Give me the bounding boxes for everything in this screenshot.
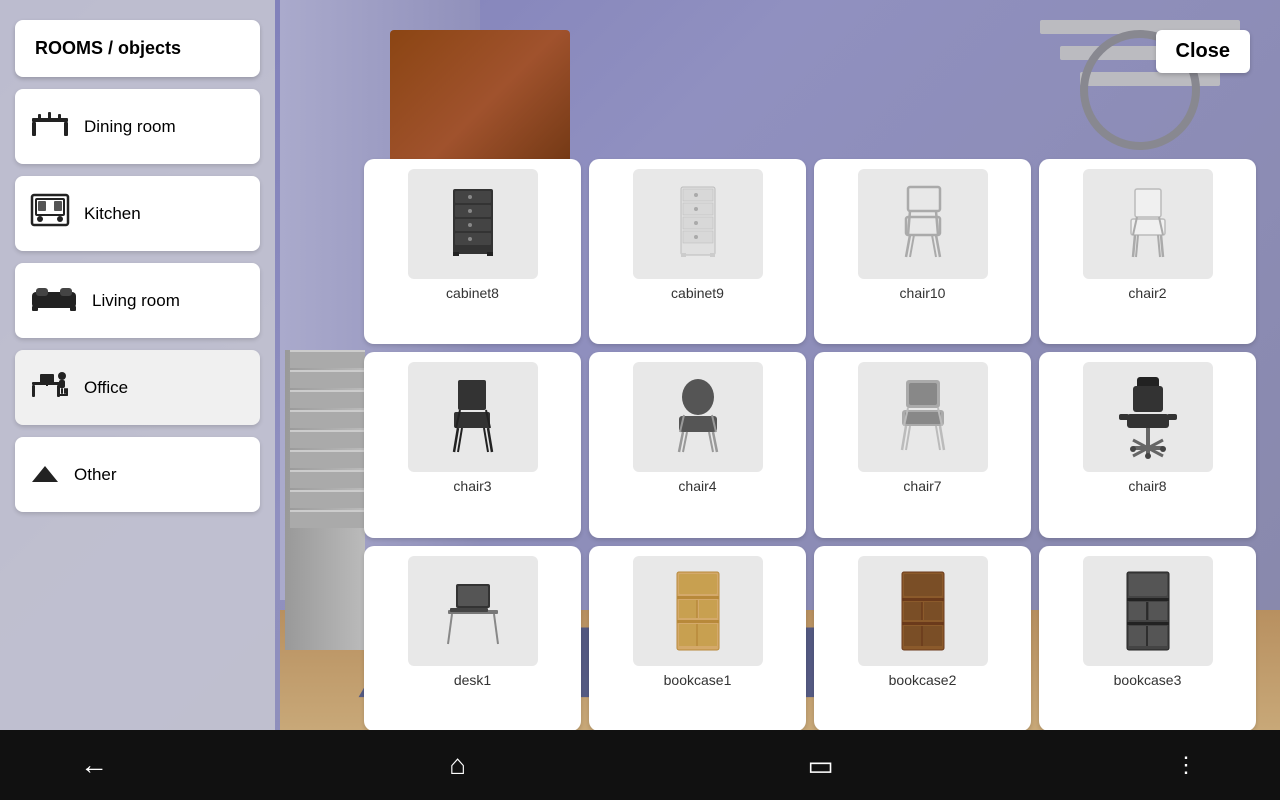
item-preview-chair3 bbox=[408, 362, 538, 472]
item-card-chair3[interactable]: chair3 bbox=[364, 352, 581, 537]
item-card-bookcase2[interactable]: bookcase2 bbox=[814, 546, 1031, 731]
item-label-desk1: desk1 bbox=[454, 672, 491, 688]
sidebar-item-kitchen[interactable]: Kitchen bbox=[15, 176, 260, 251]
item-preview-chair7 bbox=[858, 362, 988, 472]
office-icon bbox=[30, 366, 70, 409]
item-label-bookcase1: bookcase1 bbox=[664, 672, 732, 688]
dining-room-icon bbox=[30, 108, 70, 145]
item-label-chair2: chair2 bbox=[1128, 285, 1166, 301]
item-preview-desk1 bbox=[408, 556, 538, 666]
item-label-bookcase3: bookcase3 bbox=[1114, 672, 1182, 688]
home-button[interactable]: ⌂ bbox=[449, 749, 466, 781]
item-label-chair7: chair7 bbox=[903, 478, 941, 494]
item-preview-chair8 bbox=[1083, 362, 1213, 472]
item-preview-cabinet9 bbox=[633, 169, 763, 279]
sidebar-item-dining-room[interactable]: Dining room bbox=[15, 89, 260, 164]
item-card-chair10[interactable]: chair10 bbox=[814, 159, 1031, 344]
kitchen-label: Kitchen bbox=[84, 204, 141, 224]
item-label-chair3: chair3 bbox=[453, 478, 491, 494]
item-label-bookcase2: bookcase2 bbox=[889, 672, 957, 688]
sidebar-item-other[interactable]: Other bbox=[15, 437, 260, 512]
item-card-desk1[interactable]: desk1 bbox=[364, 546, 581, 731]
sidebar: ROOMS / objects Dining room bbox=[0, 0, 275, 730]
other-label: Other bbox=[74, 465, 117, 485]
office-label: Office bbox=[84, 378, 128, 398]
item-card-bookcase3[interactable]: bookcase3 bbox=[1039, 546, 1256, 731]
item-preview-chair2 bbox=[1083, 169, 1213, 279]
scene-stairs bbox=[285, 350, 365, 650]
navigation-bar: ← ⌂ ▭ ⋮ bbox=[0, 730, 1280, 800]
sidebar-item-office[interactable]: Office bbox=[15, 350, 260, 425]
back-button[interactable]: ← bbox=[80, 749, 108, 781]
item-card-cabinet8[interactable]: cabinet8 bbox=[364, 159, 581, 344]
living-room-label: Living room bbox=[92, 291, 180, 311]
item-preview-chair10 bbox=[858, 169, 988, 279]
item-preview-cabinet8 bbox=[408, 169, 538, 279]
item-card-cabinet9[interactable]: cabinet9 bbox=[589, 159, 806, 344]
item-card-bookcase1[interactable]: bookcase1 bbox=[589, 546, 806, 731]
item-label-cabinet8: cabinet8 bbox=[446, 285, 499, 301]
close-button[interactable]: Close bbox=[1156, 30, 1250, 73]
item-card-chair7[interactable]: chair7 bbox=[814, 352, 1031, 537]
item-preview-chair4 bbox=[633, 362, 763, 472]
item-card-chair2[interactable]: chair2 bbox=[1039, 159, 1256, 344]
dining-room-label: Dining room bbox=[84, 117, 176, 137]
item-preview-bookcase1 bbox=[633, 556, 763, 666]
item-label-chair8: chair8 bbox=[1128, 478, 1166, 494]
living-room-icon bbox=[30, 282, 78, 319]
item-label-chair10: chair10 bbox=[900, 285, 946, 301]
sidebar-item-living-room[interactable]: Living room bbox=[15, 263, 260, 338]
items-grid: cabinet8 cabinet9 bbox=[360, 155, 1260, 735]
rooms-objects-title[interactable]: ROOMS / objects bbox=[15, 20, 260, 77]
menu-button[interactable]: ⋮ bbox=[1175, 752, 1200, 778]
item-label-cabinet9: cabinet9 bbox=[671, 285, 724, 301]
item-card-chair8[interactable]: chair8 bbox=[1039, 352, 1256, 537]
item-preview-bookcase2 bbox=[858, 556, 988, 666]
item-card-chair4[interactable]: chair4 bbox=[589, 352, 806, 537]
other-icon bbox=[30, 459, 60, 491]
kitchen-icon bbox=[30, 193, 70, 234]
recents-button[interactable]: ▭ bbox=[807, 749, 833, 782]
item-label-chair4: chair4 bbox=[678, 478, 716, 494]
item-preview-bookcase3 bbox=[1083, 556, 1213, 666]
